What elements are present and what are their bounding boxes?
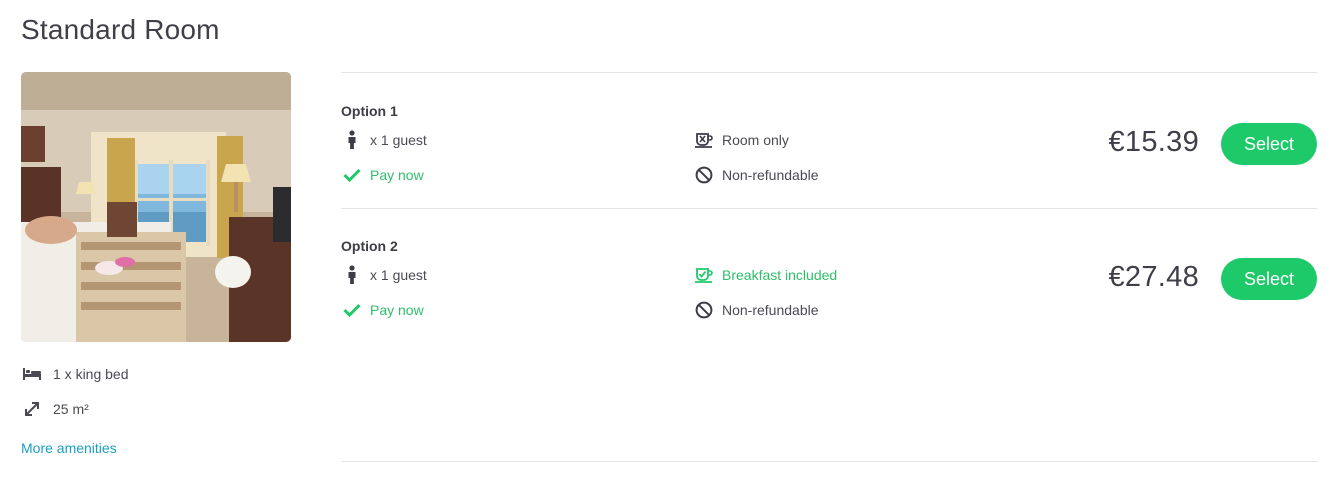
rate-option-2: Option 2 x 1 guest Pay now Breakfast inc… — [341, 208, 1317, 343]
breakfast-icon — [693, 265, 715, 285]
refund-policy: Non-refundable — [693, 165, 819, 185]
room-photo[interactable] — [21, 72, 291, 342]
person-icon — [341, 265, 363, 285]
no-meal-icon — [693, 130, 715, 150]
feature-size: 25 m² — [21, 400, 89, 418]
payment-type: Pay now — [341, 300, 424, 320]
payment-type: Pay now — [341, 165, 424, 185]
price: €15.39 — [1108, 126, 1199, 158]
checkmark-icon — [341, 300, 363, 320]
prohibited-icon — [693, 300, 715, 320]
bed-icon — [21, 365, 43, 383]
checkmark-icon — [341, 165, 363, 185]
prohibited-icon — [693, 165, 715, 185]
board-type: Room only — [693, 130, 789, 150]
option-label: Option 2 — [341, 238, 398, 254]
size-label: 25 m² — [53, 401, 89, 417]
person-icon — [341, 130, 363, 150]
guest-count: x 1 guest — [341, 265, 427, 285]
more-amenities-link[interactable]: More amenities — [21, 440, 117, 456]
bed-label: 1 x king bed — [53, 366, 129, 382]
option-label: Option 1 — [341, 103, 398, 119]
refund-policy: Non-refundable — [693, 300, 819, 320]
resize-arrows-icon — [21, 400, 43, 418]
select-button[interactable]: Select — [1221, 123, 1317, 165]
board-type: Breakfast included — [693, 265, 837, 285]
select-button[interactable]: Select — [1221, 258, 1317, 300]
feature-bed: 1 x king bed — [21, 365, 129, 383]
divider-bottom — [341, 461, 1317, 462]
rate-option-1: Option 1 x 1 guest Pay now Room only Non… — [341, 73, 1317, 208]
price: €27.48 — [1108, 261, 1199, 293]
page-title: Standard Room — [21, 14, 220, 45]
guest-count: x 1 guest — [341, 130, 427, 150]
